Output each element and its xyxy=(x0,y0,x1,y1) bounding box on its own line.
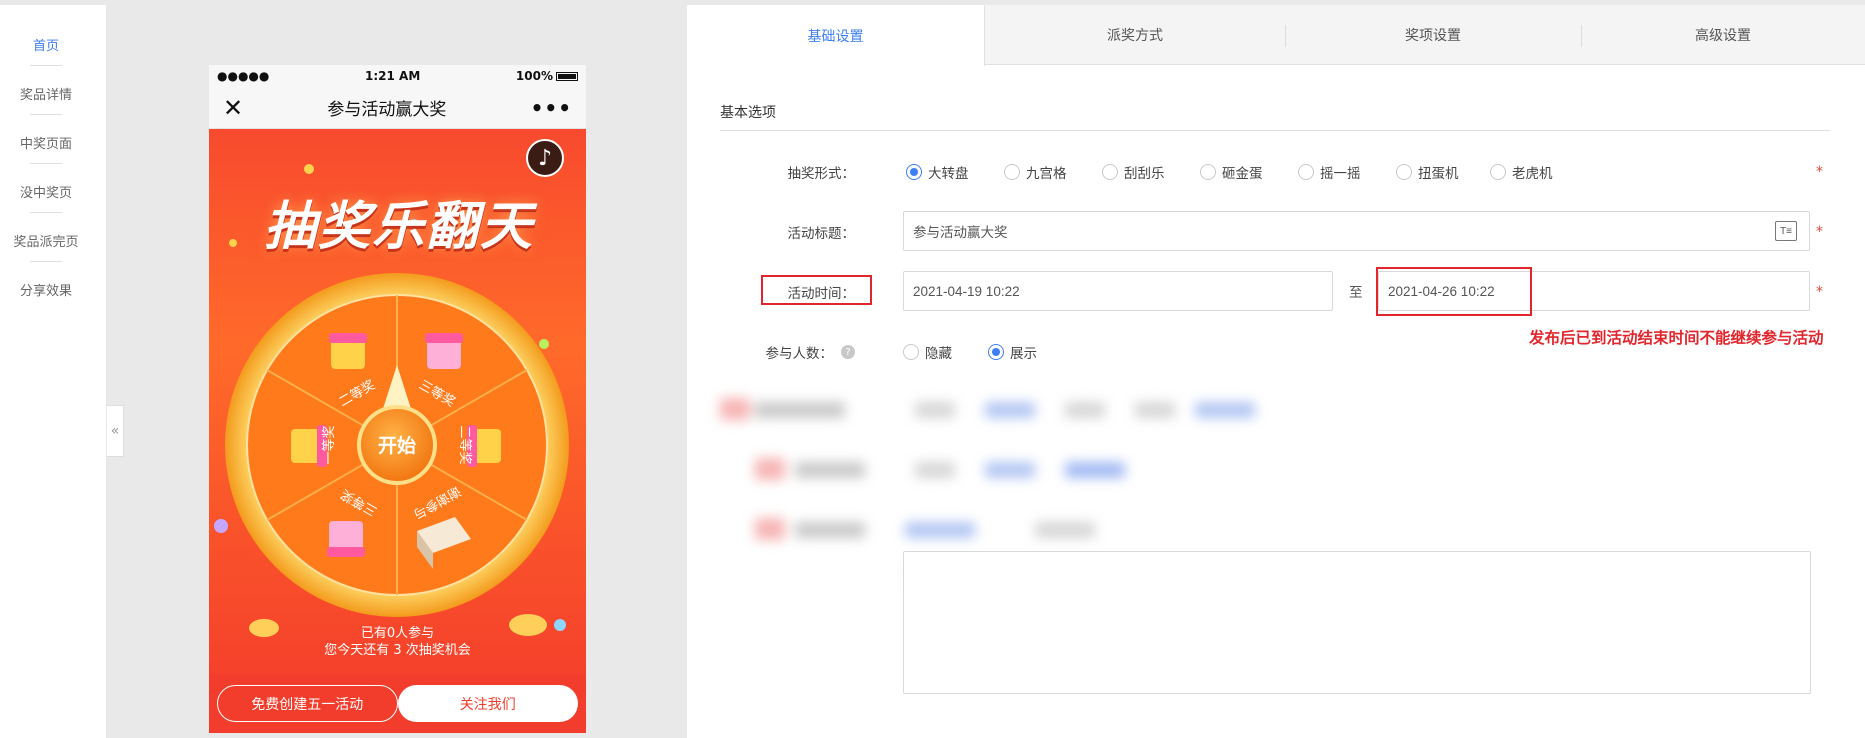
status-time: 1:21 AM xyxy=(365,69,421,83)
time-range-separator: 至 xyxy=(1349,285,1363,301)
activity-time-label: 活动时间： xyxy=(787,286,856,302)
blurred-item xyxy=(755,518,785,540)
annotation-highlight-box xyxy=(1376,267,1532,316)
nav-item-no-win-page[interactable]: 没中奖页 xyxy=(0,182,92,201)
blurred-item xyxy=(985,462,1035,478)
radio-hide-count[interactable]: 隐藏 xyxy=(903,342,952,362)
blurred-item xyxy=(795,522,865,538)
remaining-chances: 您今天还有 3 次抽奖机会 xyxy=(324,643,471,658)
gift-icon xyxy=(327,521,365,557)
nav-divider xyxy=(30,65,62,66)
help-icon[interactable]: ? xyxy=(841,345,855,359)
radio-gashapon[interactable]: 扭蛋机 xyxy=(1396,162,1459,182)
phone-page-title: 参与活动赢大奖 xyxy=(327,100,447,120)
phone-preview: ●●●●● 1:21 AM 100% ✕ 参与活动赢大奖 ••• 抽奖乐翻天 ♪ xyxy=(209,65,586,733)
create-activity-button[interactable]: 免费创建五一活动 xyxy=(217,685,398,722)
phone-navbar: ✕ 参与活动赢大奖 ••• xyxy=(209,87,586,129)
nav-item-prizes-gone-page[interactable]: 奖品派完页 xyxy=(0,231,92,250)
phone-status-bar: ●●●●● 1:21 AM 100% xyxy=(209,65,586,87)
lottery-banner: 抽奖乐翻天 ♪ 二等奖 三等奖 二等奖 一等奖 三等奖 谢谢参与 开始 xyxy=(209,129,586,674)
signal-icon: ●●●●● xyxy=(217,69,270,83)
blurred-item xyxy=(1135,402,1175,418)
radio-button[interactable] xyxy=(906,164,922,180)
participant-count: 已有0人参与 xyxy=(360,626,435,641)
blurred-item xyxy=(1065,462,1125,478)
description-textarea[interactable] xyxy=(903,551,1811,694)
blurred-item xyxy=(795,462,865,478)
follow-us-button[interactable]: 关注我们 xyxy=(397,685,578,722)
blurred-item xyxy=(985,402,1035,418)
nav-item-home[interactable]: 首页 xyxy=(0,35,92,54)
nav-divider xyxy=(30,163,62,164)
phone-bottom-bar: 免费创建五一活动 关注我们 xyxy=(209,674,586,733)
more-icon[interactable]: ••• xyxy=(531,96,572,120)
nav-divider xyxy=(30,261,62,262)
radio-button[interactable] xyxy=(1102,164,1118,180)
radio-button[interactable] xyxy=(1200,164,1216,180)
section-title: 基本选项 xyxy=(720,105,776,121)
nav-divider xyxy=(30,212,62,213)
blurred-item xyxy=(915,402,955,418)
settings-tabs: 基础设置 派奖方式 奖项设置 高级设置 xyxy=(687,5,1865,66)
wheel-start-label[interactable]: 开始 xyxy=(378,434,416,457)
battery-icon xyxy=(555,72,578,81)
required-mark: * xyxy=(1816,164,1823,180)
collapse-nav-button[interactable]: « xyxy=(107,405,124,457)
battery-status: 100% xyxy=(516,69,578,83)
activity-title-input[interactable]: 参与活动赢大奖 T≡ xyxy=(903,211,1810,251)
required-mark: * xyxy=(1816,284,1823,300)
radio-nine-grid[interactable]: 九宫格 xyxy=(1004,162,1067,182)
radio-button[interactable] xyxy=(903,344,919,360)
sparkle-decoration xyxy=(229,239,237,247)
sparkle-decoration xyxy=(304,164,314,174)
activity-title-label: 活动标题： xyxy=(787,226,856,242)
wheel-prize-label: 一等奖 xyxy=(321,425,337,464)
radio-button[interactable] xyxy=(1298,164,1314,180)
required-mark: * xyxy=(1816,224,1823,240)
tab-basic-settings[interactable]: 基础设置 xyxy=(687,5,985,66)
radio-golden-egg[interactable]: 砸金蛋 xyxy=(1200,162,1263,182)
nav-item-share-effect[interactable]: 分享效果 xyxy=(0,280,92,299)
radio-scratch-card[interactable]: 刮刮乐 xyxy=(1102,162,1165,182)
banner-title: 抽奖乐翻天 xyxy=(263,196,534,257)
tab-advanced-settings[interactable]: 高级设置 xyxy=(1581,5,1865,65)
participation-info: 已有0人参与 您今天还有 3 次抽奖机会 xyxy=(209,625,586,659)
close-icon[interactable]: ✕ xyxy=(223,94,243,122)
radio-button[interactable] xyxy=(1490,164,1506,180)
gift-icon xyxy=(425,333,463,369)
title-format-icon[interactable]: T≡ xyxy=(1775,221,1797,241)
tab-prize-settings[interactable]: 奖项设置 xyxy=(1285,5,1581,65)
lottery-type-label: 抽奖形式： xyxy=(787,166,856,182)
radio-button[interactable] xyxy=(988,344,1004,360)
blurred-item xyxy=(755,458,785,480)
radio-big-wheel[interactable]: 大转盘 xyxy=(906,162,969,182)
nav-item-prize-details[interactable]: 奖品详情 xyxy=(0,84,92,103)
radio-button[interactable] xyxy=(1396,164,1412,180)
tab-award-method[interactable]: 派奖方式 xyxy=(985,5,1285,65)
gift-icon xyxy=(329,333,367,369)
music-note-icon[interactable]: ♪ xyxy=(526,139,564,177)
section-divider xyxy=(720,130,1830,131)
radio-slot-machine[interactable]: 老虎机 xyxy=(1490,162,1553,182)
start-time-input[interactable]: 2021-04-19 10:22 xyxy=(903,271,1333,311)
annotation-note: 发布后已到活动结束时间不能继续参与活动 xyxy=(1529,329,1824,347)
blurred-item xyxy=(720,398,750,420)
blurred-item xyxy=(1065,402,1105,418)
blurred-item xyxy=(755,402,845,418)
blurred-item xyxy=(1195,402,1255,418)
radio-button[interactable] xyxy=(1004,164,1020,180)
left-nav: 首页 奖品详情 中奖页面 没中奖页 奖品派完页 分享效果 xyxy=(0,5,107,738)
nav-divider xyxy=(30,114,62,115)
prize-wheel: 二等奖 三等奖 二等奖 一等奖 三等奖 谢谢参与 开始 xyxy=(225,273,569,617)
blurred-item xyxy=(1035,522,1095,538)
blurred-item xyxy=(915,462,955,478)
nav-item-win-page[interactable]: 中奖页面 xyxy=(0,133,92,152)
participants-label: 参与人数：? xyxy=(715,342,855,362)
wheel-prize-label: 二等奖 xyxy=(457,425,473,464)
radio-show-count[interactable]: 展示 xyxy=(988,342,1037,362)
radio-shake[interactable]: 摇一摇 xyxy=(1298,162,1361,182)
blurred-item xyxy=(905,522,975,538)
